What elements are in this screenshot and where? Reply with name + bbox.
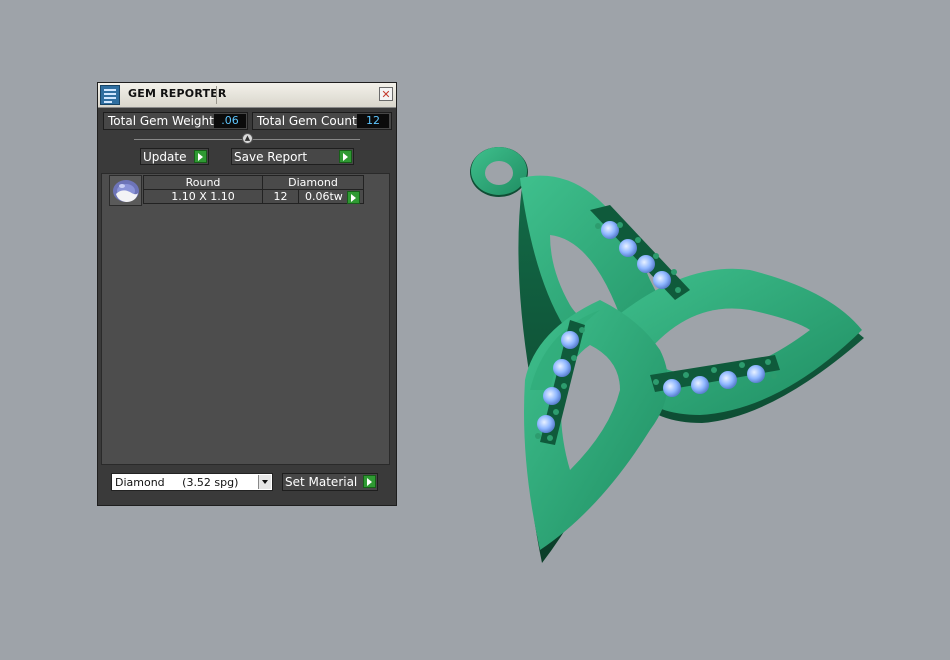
update-button[interactable]: Update xyxy=(140,148,209,165)
chevron-down-icon[interactable] xyxy=(258,475,271,489)
material-select-value: Diamond (3.52 spg) xyxy=(115,476,239,489)
save-report-button-label: Save Report xyxy=(234,150,308,164)
panel-title: GEM REPORTER xyxy=(128,87,227,100)
save-report-button[interactable]: Save Report xyxy=(231,148,354,165)
title-divider xyxy=(216,86,217,104)
gem-material-cell: Diamond xyxy=(262,175,364,190)
collapse-handle-icon[interactable]: ▲ xyxy=(242,133,253,144)
gem-table: Round Diamond 1.10 X 1.10 12 0.06tw xyxy=(143,175,364,204)
select-gems-button[interactable] xyxy=(347,191,360,204)
bail-ring xyxy=(470,147,528,197)
total-weight-box: Total Gem Weight .06 xyxy=(103,112,248,130)
gem-count-cell: 12 xyxy=(262,189,299,204)
total-weight-label: Total Gem Weight xyxy=(108,114,214,128)
total-count-value: 12 xyxy=(357,114,389,128)
total-count-box: Total Gem Count 12 xyxy=(252,112,392,130)
panel-titlebar[interactable]: GEM REPORTER ✕ xyxy=(98,83,396,108)
close-button[interactable]: ✕ xyxy=(379,87,393,101)
update-button-label: Update xyxy=(143,150,187,164)
pendant-model[interactable] xyxy=(450,130,880,570)
total-count-label: Total Gem Count xyxy=(257,114,357,128)
set-material-button[interactable]: Set Material xyxy=(282,473,378,491)
round-gem-icon xyxy=(109,175,142,206)
gem-shape-cell: Round xyxy=(143,175,263,190)
gem-list: Round Diamond 1.10 X 1.10 12 0.06tw xyxy=(101,173,390,465)
gem-reporter-icon xyxy=(100,85,120,105)
play-icon xyxy=(339,150,352,163)
total-weight-value: .06 xyxy=(214,114,246,128)
set-material-button-label: Set Material xyxy=(285,475,358,489)
material-select[interactable]: Diamond (3.52 spg) xyxy=(111,473,273,491)
play-icon xyxy=(363,475,376,488)
gem-reporter-panel: GEM REPORTER ✕ Total Gem Weight .06 Tota… xyxy=(97,82,397,506)
gem-size-cell: 1.10 X 1.10 xyxy=(143,189,263,204)
play-icon xyxy=(194,150,207,163)
